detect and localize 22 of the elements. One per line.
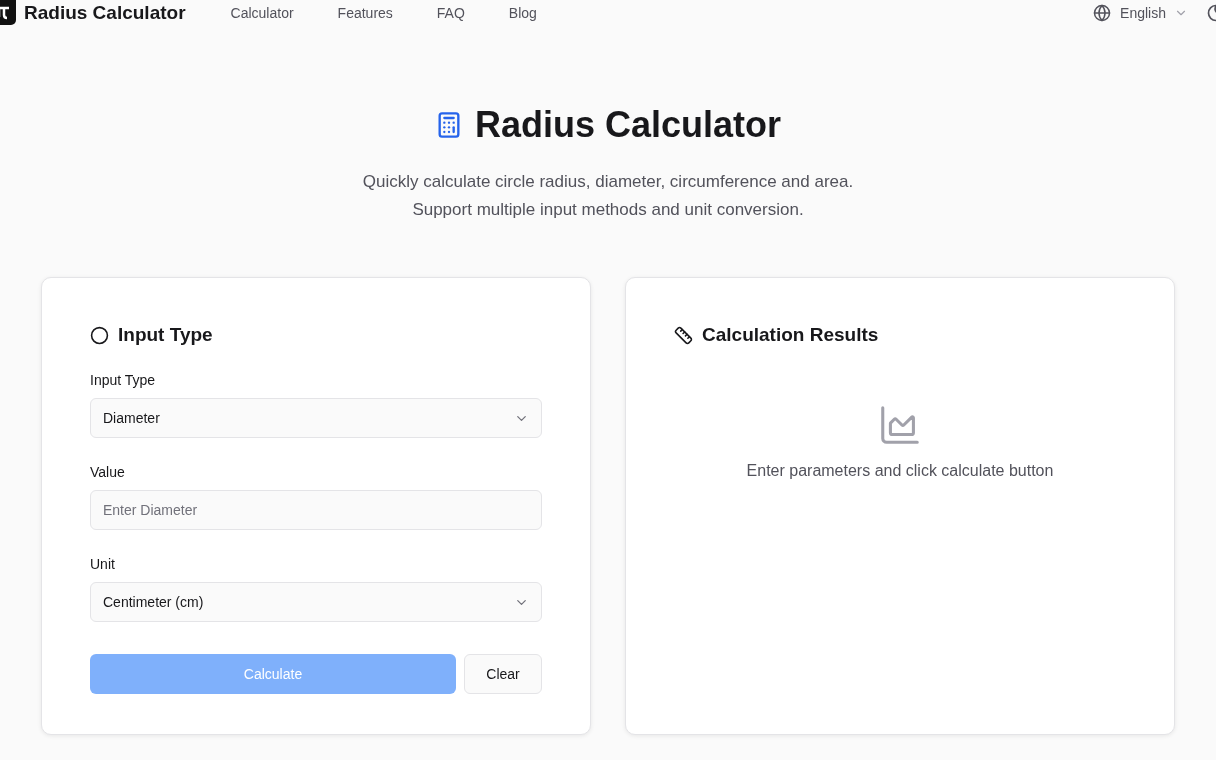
nav-link[interactable]: FAQ	[436, 5, 465, 21]
circle-icon	[90, 325, 109, 345]
clear-button[interactable]: Clear	[464, 654, 542, 694]
empty-message: Enter parameters and click calculate button	[746, 462, 1054, 480]
globe-icon	[1093, 4, 1112, 22]
field-label: Value	[90, 464, 126, 480]
nav-link[interactable]: Blog	[508, 5, 537, 21]
language-selector[interactable]: English	[1120, 5, 1188, 21]
field-label: Unit	[90, 556, 116, 572]
input-field[interactable]: Enter Diameter	[90, 490, 542, 530]
page-title: Radius Calculator	[474, 104, 782, 146]
brand-name: Radius Calculator	[24, 2, 186, 24]
subtitle: Quickly calculate circle radius, diameter, circumference and area.	[362, 171, 854, 193]
card-title: Input Type	[118, 324, 213, 346]
field-label: Input Type	[90, 372, 157, 388]
card-title: Calculation Results	[702, 324, 879, 346]
nav-link[interactable]: Features	[337, 5, 393, 21]
select-field[interactable]: Diameter	[90, 398, 542, 438]
ruler-icon	[674, 325, 693, 345]
subtitle: Support multiple input methods and unit conversion.	[411, 199, 805, 221]
select-field[interactable]: Centimeter (cm)	[90, 582, 542, 622]
nav-link[interactable]: Calculator	[230, 5, 294, 21]
